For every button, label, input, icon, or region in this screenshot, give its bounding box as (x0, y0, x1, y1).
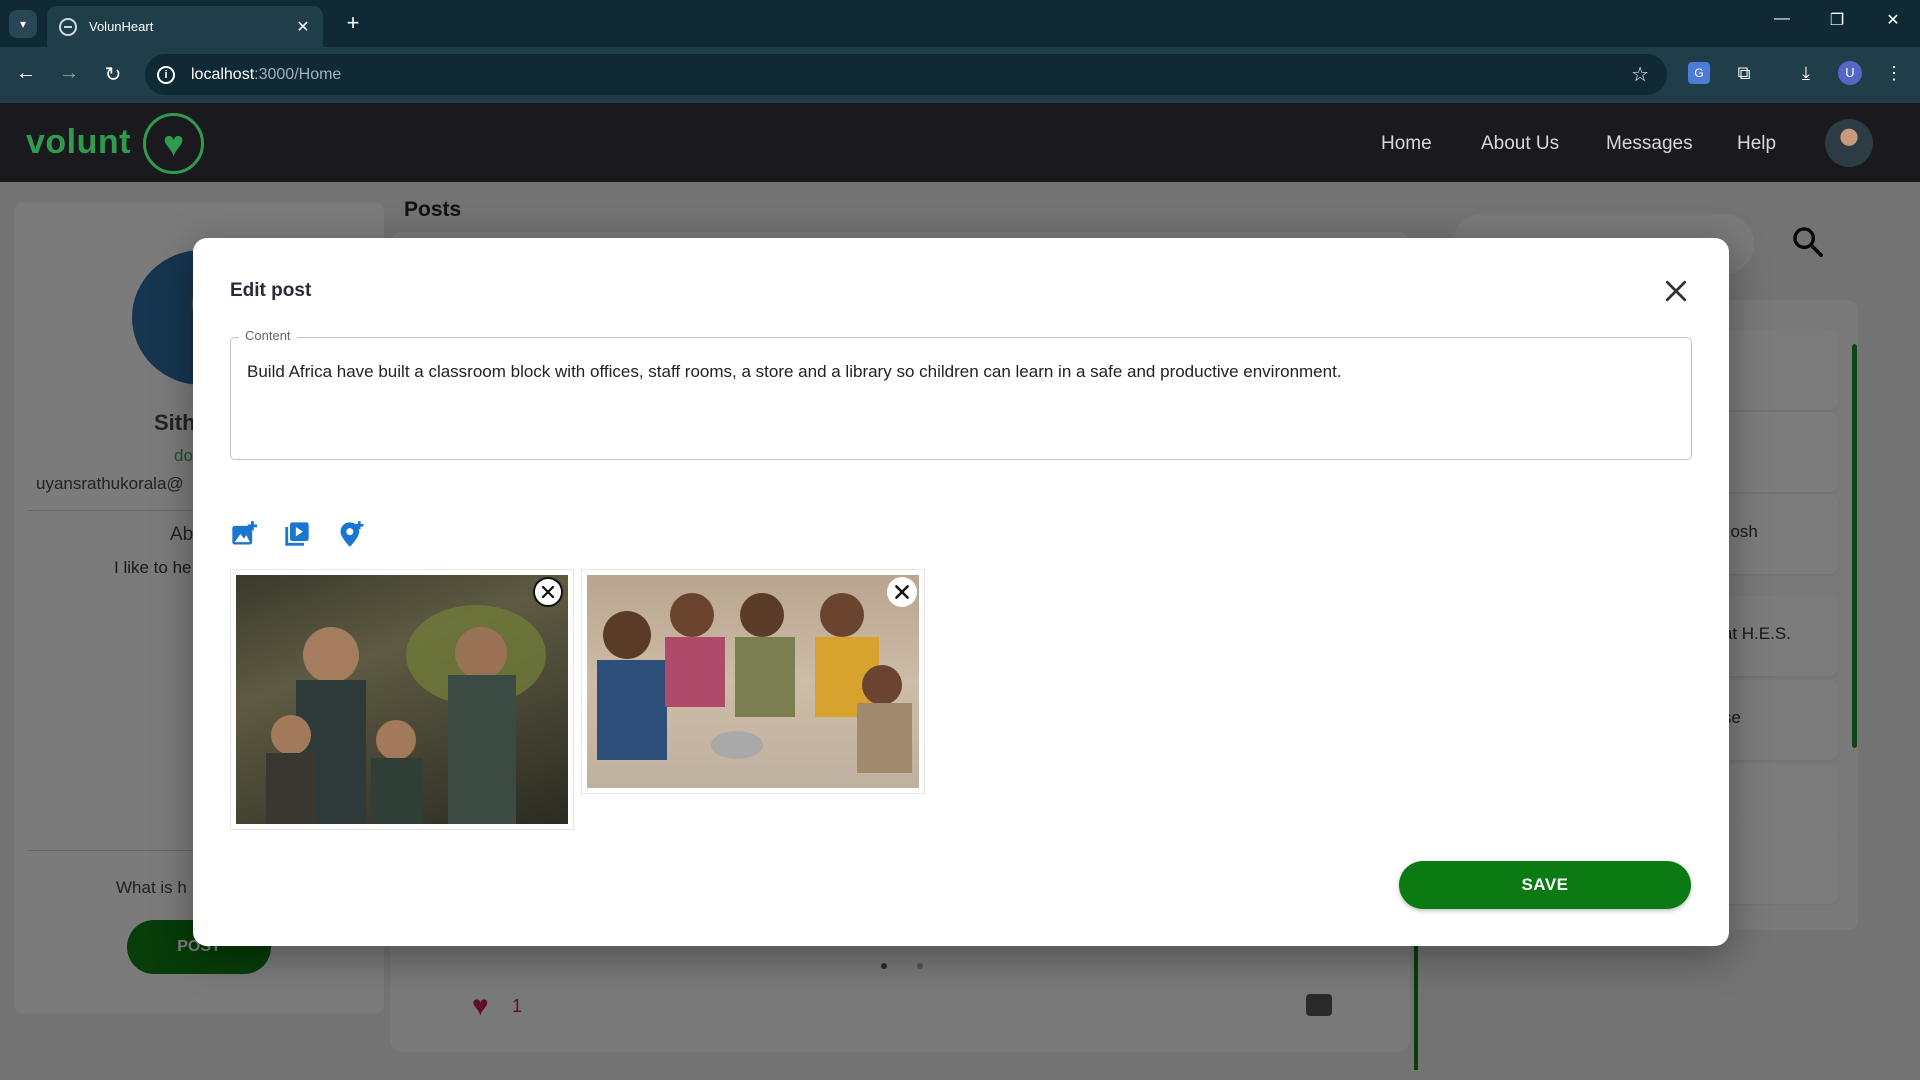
image-preview (587, 575, 919, 788)
add-location-icon[interactable] (337, 520, 365, 548)
attached-image (581, 569, 925, 794)
content-value[interactable]: Build Africa have built a classroom bloc… (247, 360, 1675, 384)
add-photo-icon[interactable] (230, 520, 258, 548)
attached-image (230, 569, 574, 830)
browser-menu-icon[interactable]: ⋮ (1880, 59, 1908, 87)
dialog-title: Edit post (230, 280, 312, 301)
user-avatar[interactable] (1825, 119, 1873, 167)
add-video-icon[interactable] (283, 520, 311, 548)
extensions-puzzle-icon[interactable]: ⧉ (1730, 59, 1758, 87)
bookmark-star-icon[interactable]: ☆ (1631, 62, 1649, 87)
nav-about-us[interactable]: About Us (1481, 133, 1559, 155)
content-label: Content (239, 328, 297, 343)
url-text[interactable]: localhost:3000/Home (191, 66, 1631, 84)
remove-image-button[interactable] (887, 577, 917, 607)
browser-tab[interactable]: VolunHeart ✕ (47, 6, 323, 47)
edit-post-dialog: Edit post Content Build Africa have buil… (193, 238, 1729, 946)
forward-arrow-icon[interactable]: → (56, 62, 82, 85)
nav-home[interactable]: Home (1381, 133, 1432, 155)
tab-title: VolunHeart (89, 19, 154, 34)
logo-text[interactable]: volunt (26, 123, 131, 162)
browser-tab-bar: ▾ VolunHeart ✕ + — ❐ ✕ (0, 0, 1920, 47)
profile-avatar-icon[interactable]: U (1838, 61, 1862, 85)
close-icon (541, 585, 555, 599)
download-icon[interactable]: ⤓ (1792, 59, 1820, 87)
new-tab-button[interactable]: + (340, 10, 366, 36)
restore-button[interactable]: ❐ (1822, 10, 1852, 30)
address-bar[interactable]: i localhost:3000/Home ☆ (145, 54, 1667, 95)
tab-list-dropdown-icon[interactable]: ▾ (9, 10, 37, 38)
image-figures (266, 605, 546, 824)
app-header: volunt ♥ Home About Us Messages Help (0, 103, 1920, 182)
minimize-button[interactable]: — (1767, 10, 1797, 28)
site-info-icon[interactable]: i (157, 65, 175, 84)
image-figures (597, 593, 912, 773)
save-button[interactable]: SAVE (1399, 861, 1691, 909)
content-textarea[interactable]: Content Build Africa have built a classr… (230, 328, 1692, 460)
logo-heart-icon[interactable]: ♥ (143, 113, 204, 174)
close-window-button[interactable]: ✕ (1878, 10, 1908, 30)
remove-image-button[interactable] (533, 577, 563, 607)
back-arrow-icon[interactable]: ← (13, 62, 39, 85)
close-icon[interactable] (1661, 276, 1691, 306)
globe-icon (59, 17, 77, 36)
browser-toolbar: ← → ↻ i localhost:3000/Home ☆ G ⧉ ⤓ U ⋮ (0, 47, 1920, 103)
reload-icon[interactable]: ↻ (100, 62, 126, 87)
nav-help[interactable]: Help (1737, 133, 1776, 155)
translate-icon[interactable]: G (1688, 62, 1710, 84)
image-preview (236, 575, 568, 824)
nav-messages[interactable]: Messages (1606, 133, 1693, 155)
tab-close-icon[interactable]: ✕ (293, 17, 313, 37)
close-icon (895, 585, 909, 599)
